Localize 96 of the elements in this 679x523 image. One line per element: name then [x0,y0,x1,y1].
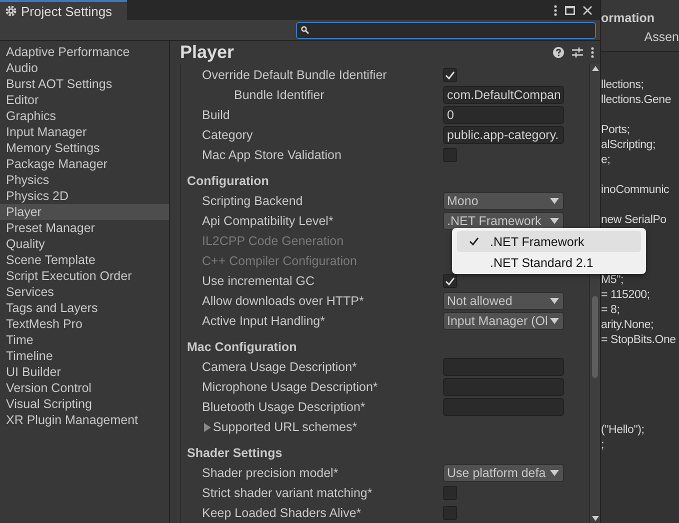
sidebar-item[interactable]: Scene Template [0,252,169,268]
code-line: M5"; [601,274,624,286]
sidebar-item[interactable]: Audio [0,60,169,76]
sidebar-item[interactable]: UI Builder [0,364,169,380]
sidebar-item[interactable]: Version Control [0,380,169,396]
dropdown-arrow-icon [550,298,559,304]
field-label: Camera Usage Description* [201,360,358,374]
input-field[interactable]: public.app-category. [443,126,564,144]
gear-icon [5,5,17,17]
panel-title: Player [180,42,236,63]
field-label: Microphone Usage Description* [201,380,379,394]
field-label: Allow downloads over HTTP* [201,294,365,308]
sidebar-item[interactable]: Time [0,332,169,348]
help-icon[interactable] [553,47,564,58]
sidebar-item[interactable]: Visual Scripting [0,396,169,412]
close-icon[interactable] [583,6,592,14]
window-tab[interactable]: Project Settings [0,0,127,20]
sidebar-item[interactable]: Services [0,284,169,300]
section-heading: Configuration [187,174,269,188]
field-label: Bundle Identifier [233,88,326,102]
field-label: Bluetooth Usage Description* [201,400,366,414]
field-label: Active Input Handling* [201,314,326,328]
dropdown[interactable]: .NET Framework [443,212,564,230]
sidebar-item[interactable]: Memory Settings [0,140,169,156]
check-icon [468,237,478,246]
code-line: Ports; [601,124,630,136]
dropdown-arrow-icon [550,470,559,476]
sidebar-item[interactable]: Physics 2D [0,188,169,204]
check-icon [445,70,455,80]
scroll-up-icon[interactable] [592,66,598,71]
sidebar-item[interactable]: Timeline [0,348,169,364]
sliders-icon[interactable] [572,47,583,58]
sidebar-item[interactable]: Adaptive Performance [0,44,169,60]
field-label: Strict shader variant matching* [201,486,374,500]
code-line: = StopBits.One [601,334,676,346]
field-label: Use incremental GC [201,274,316,288]
more-icon[interactable] [554,4,557,16]
field-label: Mac App Store Validation [201,148,342,162]
check-icon [445,276,455,286]
sidebar-item[interactable]: Player [0,204,169,220]
sidebar-item[interactable]: Preset Manager [0,220,169,236]
dropdown[interactable]: Mono [443,192,564,210]
sidebar-item[interactable]: Physics [0,172,169,188]
menu-item[interactable]: .NET Standard 2.1 [457,252,641,273]
more-icon[interactable] [591,47,594,58]
sidebar-item[interactable]: Quality [0,236,169,252]
sidebar-item[interactable]: Package Manager [0,156,169,172]
menu-item[interactable]: .NET Framework [457,231,641,252]
dropdown[interactable]: Input Manager (Ol [443,312,564,330]
sidebar-item[interactable]: Graphics [0,108,169,124]
field-label: IL2CPP Code Generation [201,234,345,248]
code-line: new SerialPo [601,214,666,226]
section-heading: Shader Settings [187,446,282,460]
dropdown-arrow-icon [550,218,559,224]
sidebar-item[interactable]: Input Manager [0,124,169,140]
sidebar-item[interactable]: Editor [0,92,169,108]
checkbox[interactable] [443,274,457,288]
triangle-icon [203,422,211,432]
sidebar-item[interactable]: TextMesh Pro [0,316,169,332]
code-line: = 8; [601,304,620,316]
column-header: Assen [644,30,679,44]
section-heading: Mac Configuration [187,340,297,354]
field-label: Scripting Backend [201,194,304,208]
dropdown[interactable]: Not allowed [443,292,564,310]
input-field[interactable]: 0 [443,106,564,124]
sidebar-item[interactable]: Tags and Layers [0,300,169,316]
foldout[interactable]: Supported URL schemes* [187,420,358,434]
checkbox[interactable] [443,68,457,82]
field-label: C++ Compiler Configuration [201,254,358,268]
search-field[interactable] [296,22,596,38]
code-line: inoCommunic [601,184,670,196]
code-line: alScripting; [601,139,656,151]
code-line: llections.Gene [601,94,672,106]
code-line: e; [601,154,610,166]
search-icon [301,26,309,34]
dropdown[interactable]: Use platform defa [443,464,564,482]
dropdown-arrow-icon [550,198,559,204]
dropdown-arrow-icon [550,318,559,324]
sidebar-item[interactable]: Script Execution Order [0,268,169,284]
code-line: llections; [601,79,644,91]
window-title: ormation [601,11,654,25]
code-line: ("Hello"); [601,424,644,436]
field-label: Api Compatibility Level* [201,214,334,228]
field-label: Build [201,108,231,122]
field-label: Override Default Bundle Identifier [201,68,388,82]
input-field[interactable]: com.DefaultCompan [443,86,564,104]
sidebar-item[interactable]: XR Plugin Management [0,412,169,428]
scroll-down-icon[interactable] [592,516,598,521]
field-label: Keep Loaded Shaders Alive* [201,506,362,520]
field-label: Shader precision model* [201,466,340,480]
sidebar-item[interactable]: Burst AOT Settings [0,76,169,92]
maximize-icon[interactable] [565,6,575,14]
code-line: = 115200; [601,289,650,301]
field-label: Category [201,128,254,142]
code-line: arity.None; [601,319,654,331]
code-line: ; [601,439,604,451]
